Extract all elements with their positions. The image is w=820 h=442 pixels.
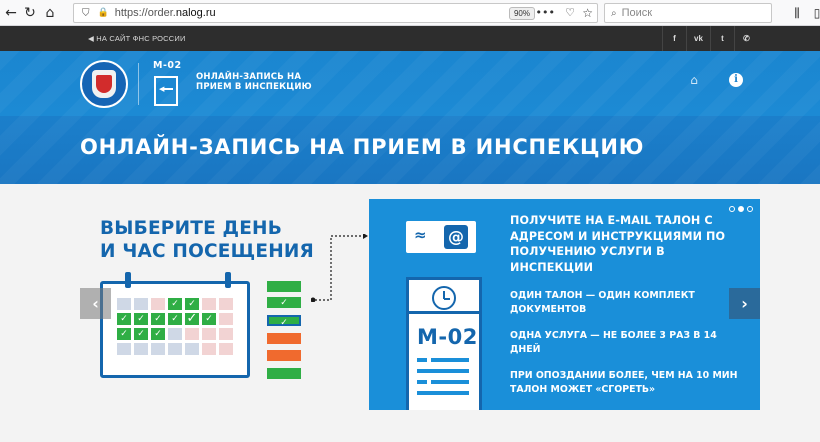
ticket-line	[417, 358, 427, 362]
ticket-line	[417, 369, 469, 373]
address-bar[interactable]: ⛉ 🔒 https://order.nalog.ru 90% ••• ♡ ☆	[73, 3, 598, 23]
at-sign: @	[444, 225, 468, 249]
carousel-indicators	[729, 206, 753, 212]
zoom-level[interactable]: 90%	[508, 7, 535, 20]
carousel-next-button[interactable]: ›	[729, 288, 760, 319]
library-icon[interactable]: ⫼	[786, 2, 808, 24]
service-name[interactable]: ОНЛАЙН-ЗАПИСЬ НА ПРИЕМ В ИНСПЕКЦИЮ	[196, 72, 326, 92]
time-slot-bar	[267, 368, 301, 379]
fact-text: ОДНА УСЛУГА — НЕ БОЛЕЕ 3 РАЗ В 14 ДНЕЙ	[510, 330, 717, 355]
twitter-icon[interactable]: t	[710, 26, 734, 51]
facebook-icon[interactable]: f	[662, 26, 686, 51]
search-icon: ⌕	[611, 7, 617, 19]
bookmark-star-icon[interactable]: ☆	[582, 6, 593, 20]
carousel-dot-active[interactable]	[738, 206, 744, 212]
info-icon[interactable]: i	[729, 73, 743, 87]
sidebar-icon[interactable]: ▯	[806, 2, 820, 24]
vk-icon[interactable]: vk	[686, 26, 710, 51]
site-topbar: ◀ НА САЙТ ФНС РОССИИ f vk t ✆	[0, 26, 820, 51]
back-link-label: НА САЙТ ФНС РОССИИ	[96, 34, 186, 43]
home-icon[interactable]: ⌂	[687, 73, 701, 87]
time-slot-bar: ✓	[267, 297, 301, 308]
site-header: М-02 ◀ ОНЛАЙН-ЗАПИСЬ НА ПРИЕМ В ИНСПЕКЦИ…	[0, 51, 820, 184]
carousel-dot[interactable]	[729, 206, 735, 212]
calendar-grid: ✓ ✓ ✓ ✓ ✓ ✓ ✓ ✓ ✓ ✓ ✓	[117, 298, 233, 355]
page-title: ОНЛАЙН-ЗАПИСЬ НА ПРИЕМ В ИНСПЕКЦИЮ	[80, 135, 645, 159]
banner-carousel: ВЫБЕРИТЕ ДЕНЬ И ЧАС ПОСЕЩЕНИЯ ✓ ✓ ✓ ✓ ✓ ✓ ✓ ✓ …	[80, 199, 760, 410]
more-icon[interactable]: •••	[536, 6, 555, 19]
fns-emblem-logo[interactable]	[80, 60, 128, 108]
carousel-prev-button[interactable]: ‹	[80, 288, 111, 319]
dotted-arrow-icon	[311, 234, 368, 302]
ticket-line	[417, 380, 427, 384]
ticket-illustration: М-02	[406, 277, 482, 410]
lock-icon: 🔒	[97, 8, 109, 18]
shield-icon: ⛉	[82, 7, 90, 19]
left-title-line2: И ЧАС ПОСЕЩЕНИЯ	[100, 241, 315, 262]
search-placeholder: Поиск	[621, 7, 653, 19]
ticket-line	[431, 358, 469, 362]
banner-left-title: ВЫБЕРИТЕ ДЕНЬ И ЧАС ПОСЕЩЕНИЯ	[100, 217, 340, 263]
left-title-line1: ВЫБЕРИТЕ ДЕНЬ	[100, 218, 283, 239]
ticket-header	[409, 280, 479, 314]
url-text: https://order.nalog.ru	[114, 7, 216, 19]
email-icon: ≈ @	[406, 221, 476, 253]
email-wave: ≈	[414, 226, 427, 244]
calendar-illustration: ✓ ✓ ✓ ✓ ✓ ✓ ✓ ✓ ✓ ✓ ✓	[100, 272, 250, 378]
home-icon[interactable]: ⌂	[39, 2, 61, 24]
time-slot-bar	[267, 333, 301, 344]
banner-right-title: ПОЛУЧИТЕ НА E-MAIL ТАЛОН С АДРЕСОМ И ИНС…	[510, 214, 726, 274]
carousel-dot[interactable]	[747, 206, 753, 212]
clock-icon	[432, 286, 456, 310]
calendar-ring	[125, 272, 131, 288]
service-code: М-02	[153, 60, 182, 71]
time-slot-bar	[267, 350, 301, 361]
pocket-icon[interactable]: ♡	[565, 6, 575, 19]
ticket-line	[431, 380, 469, 384]
logo-divider	[138, 63, 139, 105]
banner-left-panel: ВЫБЕРИТЕ ДЕНЬ И ЧАС ПОСЕЩЕНИЯ ✓ ✓ ✓ ✓ ✓ ✓ ✓ ✓ …	[80, 199, 373, 410]
banner-zigzag-edge	[369, 199, 373, 410]
phone-icon[interactable]: ✆	[734, 26, 758, 51]
search-input[interactable]: ⌕ Поиск	[604, 3, 772, 23]
ticket-line	[417, 391, 469, 395]
ticket-code: М-02	[417, 325, 478, 349]
time-slot-bar-selected: ✓	[267, 315, 301, 328]
reload-icon[interactable]: ↻	[19, 2, 41, 24]
service-logo[interactable]: М-02 ◀	[153, 60, 187, 106]
back-to-fns-link[interactable]: ◀ НА САЙТ ФНС РОССИИ	[88, 34, 186, 43]
browser-toolbar: ← ↻ ⌂ ⛉ 🔒 https://order.nalog.ru 90% •••…	[0, 0, 820, 26]
calendar-ring	[225, 272, 231, 288]
time-slot-bar	[267, 281, 301, 292]
banner-right-panel: ≈ @ ПОЛУЧИТЕ НА E-MAIL ТАЛОН С АДРЕСОМ И…	[369, 199, 760, 410]
fact-text: ПРИ ОПОЗДАНИИ БОЛЕЕ, ЧЕМ НА 10 МИН ТАЛОН…	[510, 370, 738, 395]
fact-text: ОДИН ТАЛОН — ОДИН КОМПЛЕКТ ДОКУМЕНТОВ	[510, 290, 695, 315]
door-icon: ◀	[154, 76, 178, 106]
